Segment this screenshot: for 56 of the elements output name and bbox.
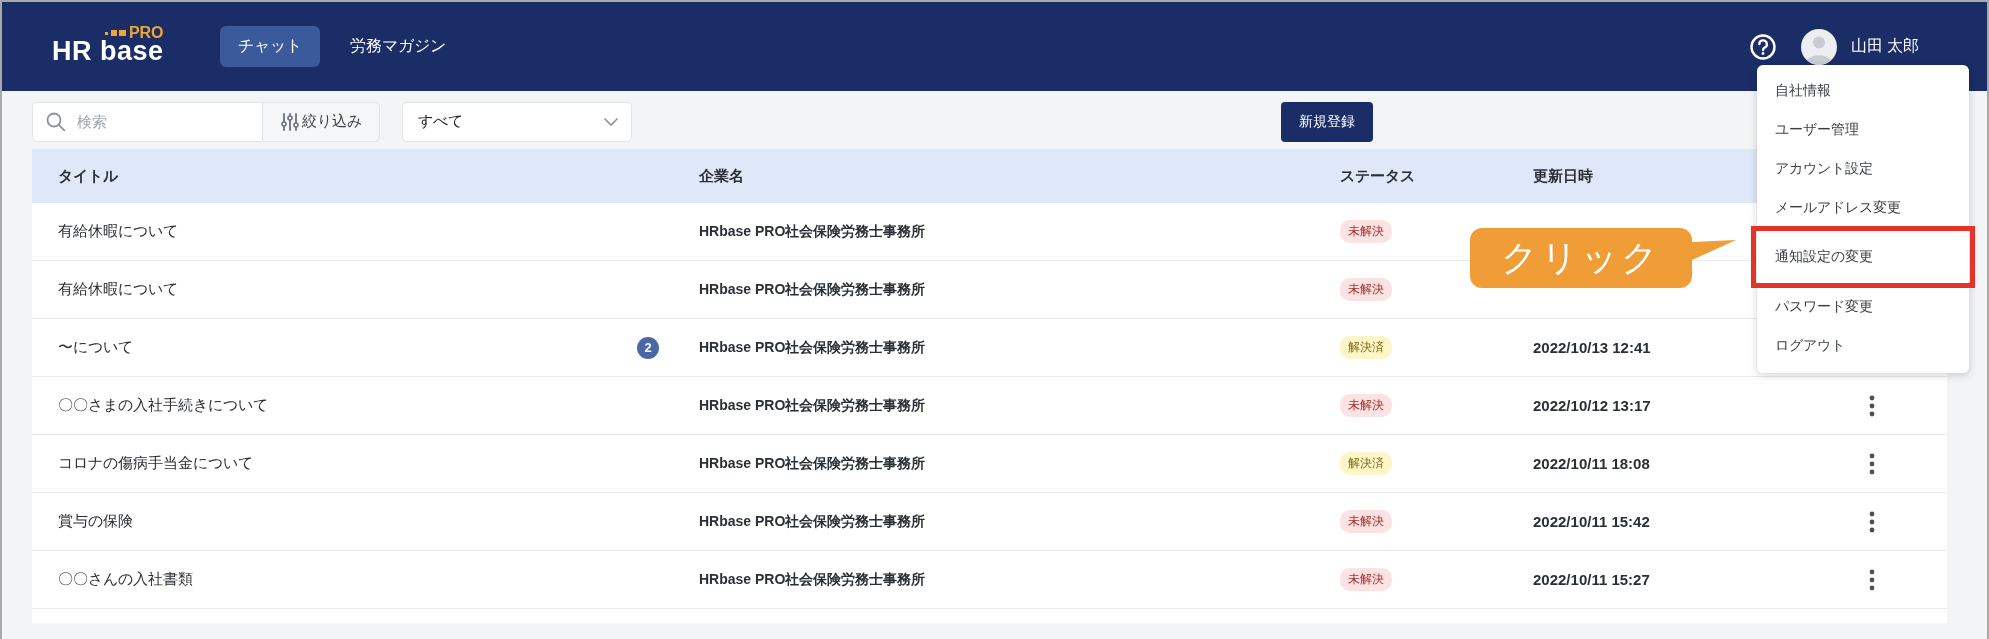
status-tag: 解決済 [1340, 336, 1392, 359]
help-icon[interactable] [1748, 32, 1777, 61]
table-cell[interactable]: 〇〇さんの入社書類 [58, 570, 193, 589]
status-tag: 未解決 [1340, 510, 1392, 533]
search-icon [46, 111, 66, 132]
logo[interactable]: PRO HR base [52, 24, 164, 65]
status-tag: 解決済 [1340, 452, 1392, 475]
table-cell: HRbase PRO社会保険労務士事務所 [699, 570, 926, 589]
status-tag: 未解決 [1340, 394, 1392, 417]
nav-tab[interactable]: チャット [219, 26, 320, 67]
table-cell[interactable]: 賞与の保険 [58, 512, 133, 531]
table-cell: 2022/10/11 18:08 [1533, 455, 1650, 472]
table-cell[interactable]: 有給休暇について [58, 280, 178, 299]
menu-item[interactable]: アカウント設定 [1757, 149, 1969, 188]
user-name[interactable]: 山田 太郎 [1850, 36, 1919, 57]
status-tag: 未解決 [1340, 568, 1392, 591]
status-select[interactable]: すべて [402, 101, 632, 142]
menu-item[interactable]: 自社情報 [1757, 71, 1969, 110]
menu-item[interactable]: メールアドレス変更 [1757, 188, 1969, 227]
table-cell: HRbase PRO社会保険労務士事務所 [699, 222, 926, 241]
new-button[interactable]: 新規登録 [1280, 101, 1373, 142]
callout: クリック [1470, 228, 1738, 288]
menu-item[interactable]: パスワード変更 [1757, 287, 1969, 326]
more-icon[interactable] [1869, 568, 1875, 591]
chevron-down-icon [603, 116, 619, 127]
table-cell[interactable]: 有給休暇について [58, 222, 178, 241]
table-cell: HRbase PRO社会保険労務士事務所 [699, 454, 926, 473]
unread-count: 2 [637, 336, 659, 359]
column-header: タイトル [58, 166, 118, 186]
more-icon[interactable] [1869, 452, 1875, 475]
filter-button[interactable]: 絞り込み [262, 101, 380, 142]
table-cell[interactable]: 〜について [58, 338, 133, 357]
menu-item[interactable]: ログアウト [1757, 326, 1969, 365]
table-cell[interactable]: コロナの傷病手当金について [58, 454, 253, 473]
avatar-icon[interactable] [1800, 28, 1837, 65]
search-field[interactable]: 検索 [32, 101, 262, 142]
table-cell: 2022/10/11 15:42 [1533, 513, 1650, 530]
table-cell: 2022/10/13 12:41 [1533, 339, 1651, 356]
nav-tab[interactable]: 労務マガジン [331, 26, 464, 67]
table-cell: 2022/10/12 13:17 [1533, 397, 1651, 414]
status-tag: 未解決 [1340, 220, 1392, 243]
sliders-icon [280, 111, 299, 132]
table-cell: HRbase PRO社会保険労務士事務所 [699, 512, 926, 531]
menu-item[interactable]: 通知設定の変更 [1754, 229, 1972, 285]
status-tag: 未解決 [1340, 278, 1392, 301]
table-cell[interactable]: 〇〇さまの入社手続きについて [58, 396, 268, 415]
more-icon[interactable] [1869, 510, 1875, 533]
table-cell: HRbase PRO社会保険労務士事務所 [699, 280, 926, 299]
table-cell: 2022/10/11 15:27 [1533, 571, 1650, 588]
table-cell: HRbase PRO社会保険労務士事務所 [699, 338, 926, 357]
table-cell: HRbase PRO社会保険労務士事務所 [699, 396, 926, 415]
column-header: ステータス [1340, 166, 1415, 186]
column-header: 企業名 [699, 166, 744, 186]
column-header: 更新日時 [1533, 166, 1593, 186]
more-icon[interactable] [1869, 394, 1875, 417]
menu-item[interactable]: ユーザー管理 [1757, 110, 1969, 149]
